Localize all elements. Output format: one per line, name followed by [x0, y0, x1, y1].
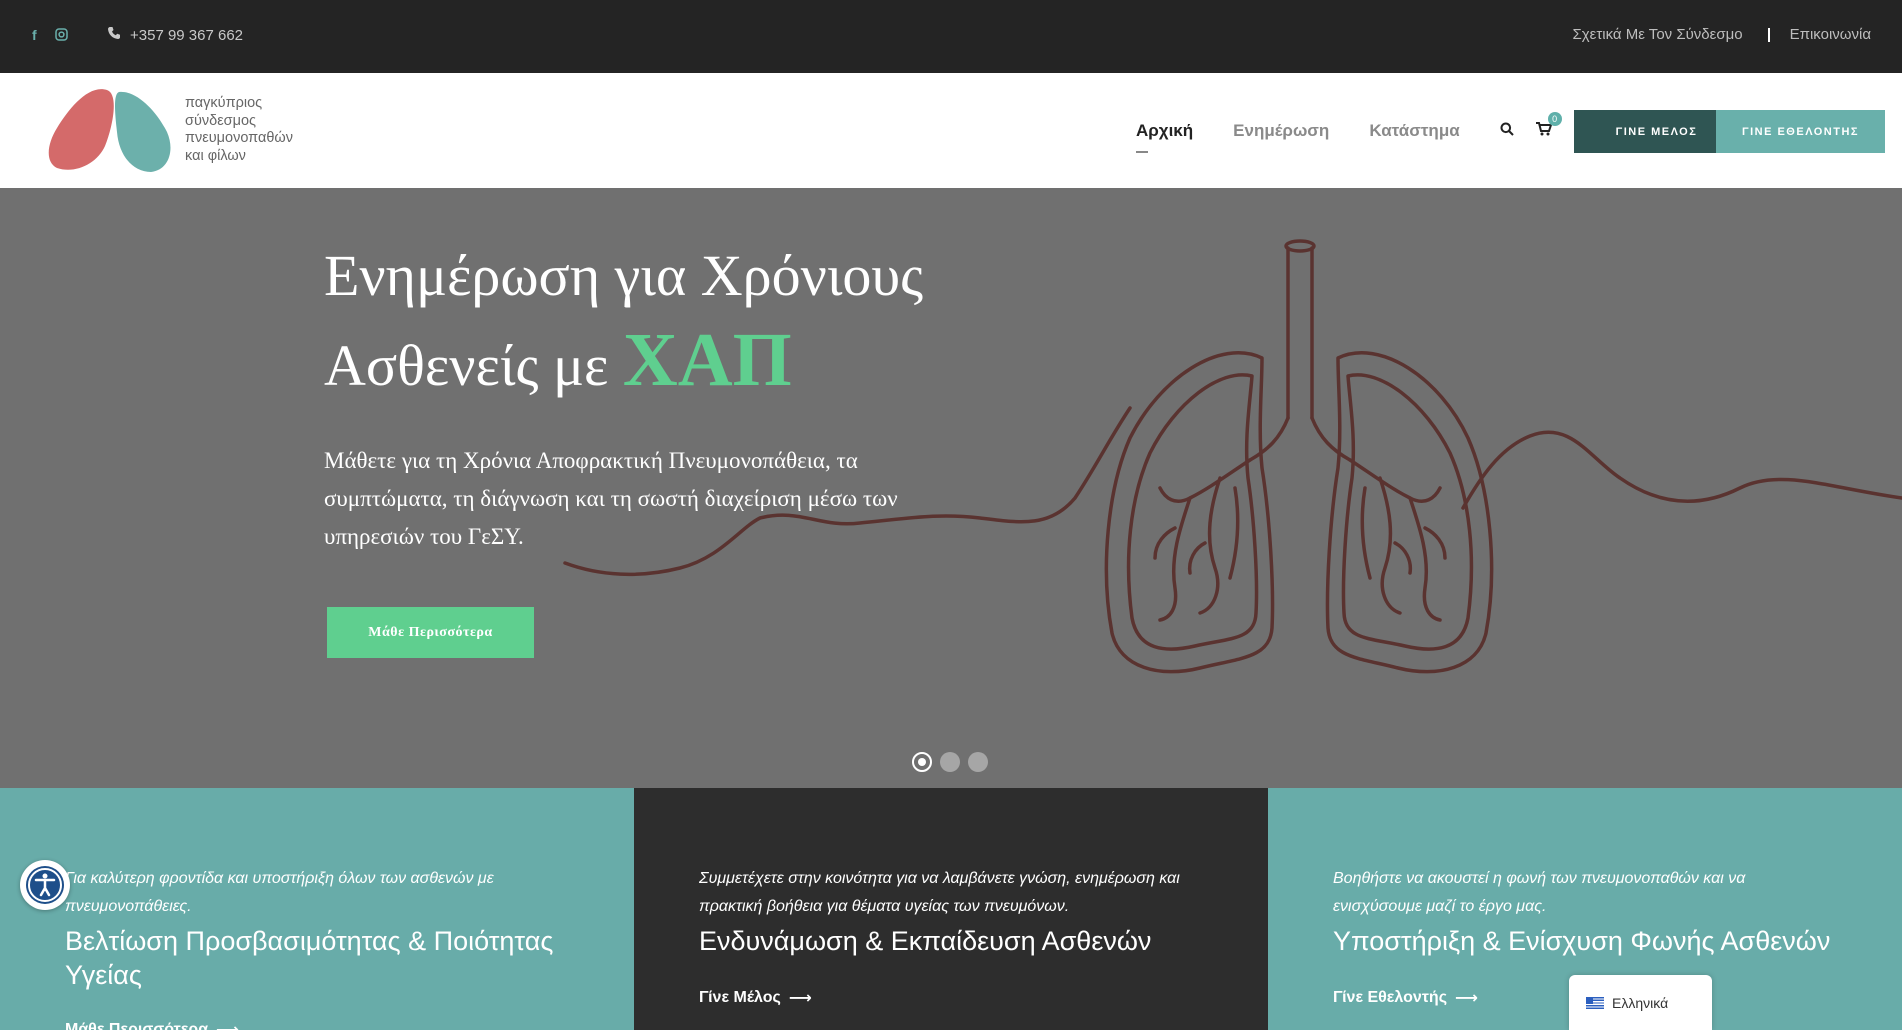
- feature-cta-link[interactable]: Γίνε Εθελοντής ⟶: [1333, 988, 1478, 1008]
- slider-dots: [912, 752, 988, 772]
- slider-dot-3[interactable]: [968, 752, 988, 772]
- top-links: Σχετικά Με Τον Σύνδεσμο Επικοινωνία: [1572, 26, 1871, 43]
- hero-description: Μάθετε για τη Χρόνια Αποφρακτική Πνευμον…: [324, 448, 898, 549]
- phone-contact[interactable]: +357 99 367 662: [107, 26, 243, 44]
- feature-cta-link[interactable]: Μάθε Περισσότερα ⟶: [65, 1020, 239, 1030]
- become-volunteer-button[interactable]: ΓΙΝΕ ΕΘΕΛΟΝΤΗΣ: [1716, 110, 1885, 153]
- main-nav: Αρχική Ενημέρωση Κατάστημα 0: [1136, 111, 1562, 153]
- feature-title: Ενδυνάμωση & Εκπαίδευση Ασθενών: [699, 926, 1152, 956]
- phone-number: +357 99 367 662: [130, 26, 244, 44]
- search-icon[interactable]: [1500, 122, 1514, 141]
- arrow-right-icon: ⟶: [216, 1020, 239, 1030]
- hero-title-line2: Ασθενείς με: [324, 333, 609, 398]
- feature-intro: Για καλύτερη φροντίδα και υποστήριξη όλω…: [65, 870, 494, 915]
- phone-icon: [107, 26, 121, 44]
- language-label: Ελληνικά: [1612, 994, 1669, 1011]
- accessibility-button[interactable]: [20, 860, 70, 910]
- cart-count-badge: 0: [1547, 111, 1562, 126]
- lungs-logo-icon: [48, 89, 171, 172]
- site-logo[interactable]: παγκύπριος σύνδεσμος πνευμονοπαθών και φ…: [47, 86, 307, 176]
- feature-card-empowerment: Συμμετέχετε στην κοινότητα για να λαμβάν…: [634, 788, 1268, 1030]
- contact-link[interactable]: Επικοινωνία: [1790, 26, 1871, 43]
- feature-cta-link[interactable]: Γίνε Μέλος ⟶: [699, 988, 812, 1008]
- about-link[interactable]: Σχετικά Με Τον Σύνδεσμο: [1572, 26, 1742, 43]
- become-member-button[interactable]: ΓΙΝΕ ΜΕΛΟΣ: [1574, 110, 1739, 153]
- slider-dot-2[interactable]: [940, 752, 960, 772]
- main-header: παγκύπριος σύνδεσμος πνευμονοπαθών και φ…: [0, 73, 1902, 188]
- feature-intro: Συμμετέχετε στην κοινότητα για να λαμβάν…: [699, 870, 1180, 915]
- greek-flag-icon: [1586, 996, 1604, 1009]
- hero-slider: Ενημέρωση για Χρόνιους Ασθενείς με ΧΑΠ Μ…: [0, 188, 1902, 788]
- facebook-icon[interactable]: f: [32, 28, 37, 43]
- instagram-icon[interactable]: [54, 28, 68, 43]
- accessibility-icon: [26, 866, 64, 904]
- hero-title-accent: ΧΑΠ: [622, 318, 792, 402]
- arrow-right-icon: ⟶: [1455, 990, 1478, 1007]
- nav-shop[interactable]: Κατάστημα: [1369, 121, 1459, 141]
- feature-title: Υποστήριξη & Ενίσχυση Φωνής Ασθενών: [1333, 926, 1831, 956]
- logo-text: παγκύπριος σύνδεσμος πνευμονοπαθών και φ…: [185, 95, 293, 164]
- cart-icon[interactable]: 0: [1535, 111, 1562, 141]
- feature-title: Βελτίωση Προσβασιμότητας & Ποιότητας Υγε…: [65, 926, 554, 990]
- feature-intro: Βοηθήστε να ακουστεί η φωνή των πνευμονο…: [1333, 870, 1746, 915]
- divider: [1767, 27, 1770, 42]
- social-links: f: [32, 28, 68, 43]
- learn-more-button[interactable]: Μάθε Περισσότερα: [327, 607, 534, 658]
- header-icons: 0: [1500, 111, 1562, 141]
- hero-title: Ενημέρωση για Χρόνιους Ασθενείς με ΧΑΠ: [324, 243, 924, 402]
- feature-card-access: Για καλύτερη φροντίδα και υποστήριξη όλω…: [0, 788, 634, 1030]
- slider-dot-1[interactable]: [912, 752, 932, 772]
- nav-news[interactable]: Ενημέρωση: [1233, 121, 1329, 141]
- nav-home[interactable]: Αρχική: [1136, 121, 1193, 153]
- arrow-right-icon: ⟶: [788, 990, 812, 1007]
- language-switcher[interactable]: Ελληνικά: [1569, 975, 1712, 1030]
- top-bar: f +357 99 367 662 Σχετικά Με Τον Σύνδεσμ…: [0, 0, 1902, 73]
